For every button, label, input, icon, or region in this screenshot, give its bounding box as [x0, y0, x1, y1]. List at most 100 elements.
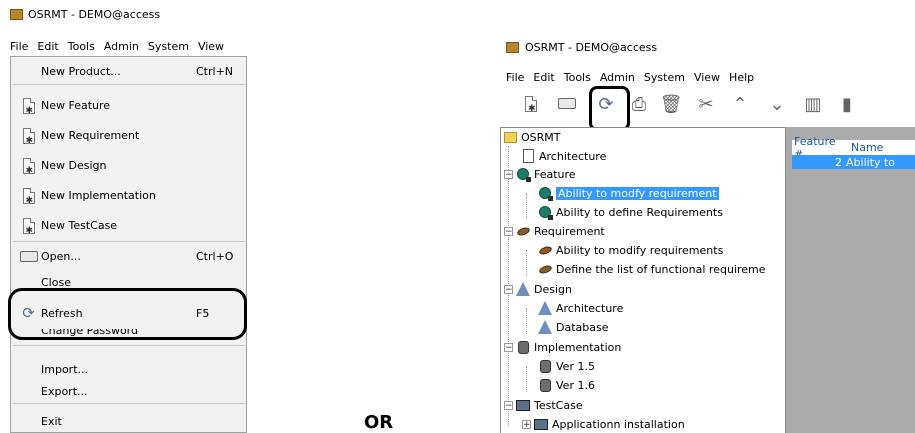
tree-node-label: Database — [556, 320, 609, 334]
monitor-icon — [534, 417, 548, 431]
toolbar-move-up-button[interactable]: ⌃ — [725, 90, 755, 120]
tree-node-feature[interactable]: Feature — [516, 165, 576, 183]
tree-node-root[interactable]: OSRMT — [503, 128, 561, 146]
menu-item-label: New Design — [41, 158, 107, 172]
menu-separator — [13, 84, 245, 85]
menu-item-label: New Requirement — [41, 128, 140, 142]
tree-expander[interactable]: − — [504, 170, 513, 180]
menu-file[interactable]: File — [506, 71, 524, 84]
menu-item-export[interactable]: Export... — [11, 379, 246, 403]
menu-tools[interactable]: Tools — [564, 71, 591, 84]
menu-item-label: Close — [41, 275, 71, 289]
toolbar-move-down-button[interactable]: ⌄ — [762, 90, 792, 120]
right-menubar: File Edit Tools Admin System View Help — [506, 67, 754, 87]
menu-item-new-design[interactable]: ✱ New Design — [11, 153, 246, 177]
tree-node-implementation-item[interactable]: Ver 1.5 — [538, 357, 595, 375]
design-icon — [516, 282, 530, 296]
tree-node-label: Requirement — [534, 224, 605, 238]
toolbar-open-button[interactable] — [552, 90, 582, 120]
tree-node-testcase-item[interactable]: Applicationn installation — [534, 415, 685, 433]
menu-item-label: Open... — [41, 249, 81, 263]
tree-node-design[interactable]: Design — [516, 280, 572, 298]
tree-expander[interactable]: − — [504, 401, 513, 411]
menu-item-label: New Product... — [41, 64, 121, 78]
monitor-icon — [516, 398, 530, 412]
menu-item-label: New TestCase — [41, 218, 118, 232]
tree-node-requirement[interactable]: Requirement — [515, 222, 605, 240]
menu-item-exit[interactable]: Exit — [11, 409, 246, 432]
app-icon — [10, 8, 23, 20]
menu-item-new-feature[interactable]: ✱ New Feature — [11, 93, 246, 117]
menu-item-import[interactable]: Import... — [11, 357, 246, 381]
tree-node-label-selected: Ability to modfy requirement — [556, 186, 719, 200]
delete-icon: 🗑 — [659, 94, 683, 115]
new-document-icon: ✱ — [525, 95, 537, 115]
menu-item-label: New Implementation — [41, 188, 156, 202]
app-icon — [506, 41, 519, 53]
tree-node-design-item[interactable]: Architecture — [538, 299, 623, 317]
tree-node-implementation[interactable]: Implementation — [516, 338, 621, 356]
toolbar-new-button[interactable]: ✱ — [516, 90, 546, 120]
toolbar-delete-button[interactable]: 🗑 — [656, 90, 686, 120]
new-document-icon: ✱ — [19, 126, 38, 145]
refresh-toolbar-highlight-outline — [589, 86, 630, 131]
menu-admin[interactable]: Admin — [104, 40, 139, 53]
tree-node-label: Define the list of functional requireme — [556, 262, 766, 276]
tree-node-design-item[interactable]: Database — [538, 318, 609, 336]
menu-admin[interactable]: Admin — [600, 71, 635, 84]
tree-node-feature-item[interactable]: Ability to define Requirements — [538, 203, 723, 221]
tree-node-label: Architecture — [539, 149, 607, 163]
tree-node-architecture[interactable]: Architecture — [521, 147, 606, 165]
new-document-icon: ✱ — [19, 96, 38, 115]
tree-node-label: Implementation — [534, 340, 622, 354]
tree-node-requirement-item[interactable]: Ability to modify requirements — [537, 241, 723, 259]
tree-expander[interactable]: − — [504, 227, 513, 237]
tree-expander[interactable]: − — [504, 343, 513, 353]
tree-connector — [526, 193, 527, 219]
new-document-icon: ✱ — [19, 186, 38, 205]
tree-node-label: Design — [534, 282, 572, 296]
menu-system[interactable]: System — [148, 40, 189, 53]
tree-node-label: Ability to define Requirements — [556, 205, 723, 219]
menu-separator — [13, 345, 245, 346]
new-document-icon: ✱ — [19, 216, 38, 235]
design-icon — [538, 320, 552, 334]
feature-table-header: Feature # Name — [792, 135, 915, 161]
menu-item-new-testcase[interactable]: ✱ New TestCase — [11, 213, 246, 237]
menu-help[interactable]: Help — [729, 71, 754, 84]
toolbar-cut-button[interactable]: ✂ — [691, 90, 721, 120]
menu-item-new-product[interactable]: New Product... Ctrl+N — [11, 59, 246, 83]
tree-node-requirement-item[interactable]: Define the list of functional requireme — [537, 260, 766, 278]
page-icon — [521, 149, 535, 163]
menu-item-new-requirement[interactable]: ✱ New Requirement — [11, 123, 246, 147]
file-menu-dropdown: New Product... Ctrl+N ✱ New Feature ✱ Ne… — [10, 56, 247, 433]
menu-edit[interactable]: Edit — [533, 71, 554, 84]
menu-item-new-implementation[interactable]: ✱ New Implementation — [11, 183, 246, 207]
tree-node-implementation-item[interactable]: Ver 1.6 — [538, 376, 595, 394]
menu-item-shortcut: Ctrl+O — [196, 249, 234, 263]
tree-node-testcase[interactable]: TestCase — [516, 396, 583, 414]
menu-tools[interactable]: Tools — [68, 40, 95, 53]
tree-connector — [526, 308, 527, 334]
menu-file[interactable]: File — [10, 40, 28, 53]
menu-system[interactable]: System — [644, 71, 685, 84]
tree-expander[interactable]: − — [504, 285, 513, 295]
column-header-name[interactable]: Name — [846, 141, 883, 154]
toolbar-columns-button[interactable]: ▥ — [798, 90, 828, 120]
menu-item-open[interactable]: Open... Ctrl+O — [11, 244, 246, 268]
menu-separator — [13, 241, 245, 242]
menu-edit[interactable]: Edit — [37, 40, 58, 53]
toolbar-filter-button[interactable]: ▮ — [832, 90, 862, 120]
menu-view[interactable]: View — [694, 71, 720, 84]
or-label: OR — [364, 412, 394, 433]
filter-icon: ▮ — [842, 94, 852, 115]
tree-expander[interactable]: + — [522, 420, 531, 430]
folder-icon — [503, 130, 517, 144]
menu-item-label: Export... — [41, 384, 88, 398]
tree-node-label: Ver 1.5 — [556, 359, 595, 373]
pill-icon — [537, 243, 553, 257]
menu-view[interactable]: View — [198, 40, 224, 53]
database-icon — [516, 340, 530, 354]
tree-node-feature-item[interactable]: Ability to modfy requirement — [538, 184, 719, 202]
table-row[interactable]: 2 Ability to — [792, 155, 915, 169]
